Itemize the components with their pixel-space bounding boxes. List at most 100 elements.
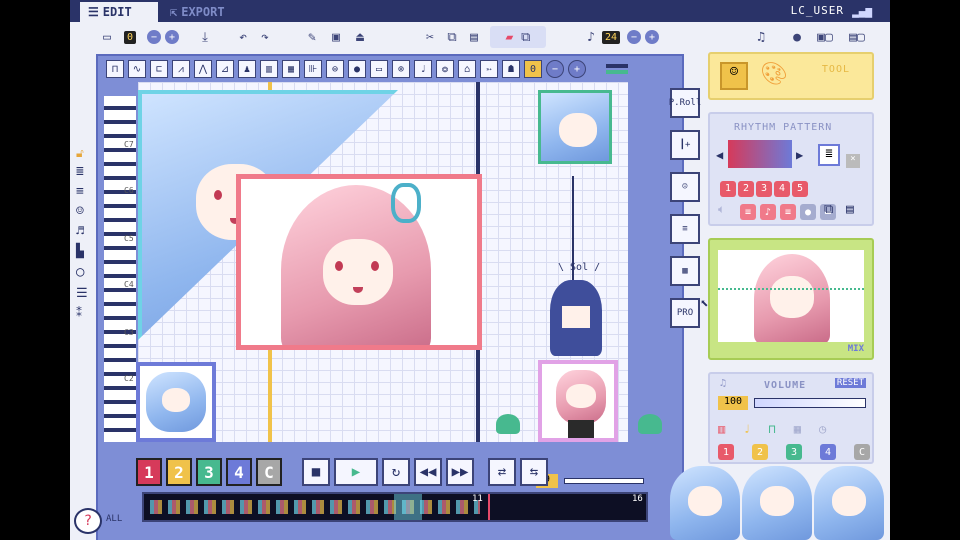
noise-icon[interactable]: ▦ xyxy=(794,422,801,436)
box-icon[interactable]: ▭ xyxy=(370,60,388,78)
track-2-button[interactable]: 2 xyxy=(166,458,192,486)
rhythm-num[interactable]: 3 xyxy=(756,180,772,197)
volume-slider[interactable] xyxy=(754,398,866,408)
stamp-tool-icon[interactable]: ⏏ xyxy=(350,26,370,48)
stop-button[interactable]: ■ xyxy=(302,458,330,486)
pot-icon[interactable]: ⊚ xyxy=(392,60,410,78)
palette-icon[interactable]: 🎨︎ xyxy=(760,62,790,90)
vol-track-2[interactable]: 2 xyxy=(752,444,768,460)
piano-roll-button[interactable]: P.Roll xyxy=(669,88,701,118)
rhythm-num[interactable]: 2 xyxy=(738,180,754,197)
saw-down-icon[interactable]: ⊿ xyxy=(216,60,234,78)
swap-back-button[interactable]: ⇆ xyxy=(520,458,548,486)
instrument-minus-button[interactable]: − xyxy=(546,60,564,78)
organ-icon[interactable]: ⊪ xyxy=(304,60,322,78)
sine-wave-icon[interactable]: ∿ xyxy=(128,60,146,78)
cut-icon[interactable]: ✂ xyxy=(420,26,440,48)
circle-icon[interactable]: ○ xyxy=(76,264,92,286)
clock-icon[interactable]: ◷ xyxy=(819,422,826,436)
piano-icon[interactable]: ▥ xyxy=(718,422,725,436)
guitar-icon[interactable]: ♩ xyxy=(414,60,432,78)
tempo-plus-button[interactable]: + xyxy=(644,26,660,48)
music-sheet-icon[interactable]: ♫ xyxy=(752,26,770,48)
undo-icon[interactable]: ↶ xyxy=(234,26,252,48)
bell-icon[interactable]: ⌂ xyxy=(458,60,476,78)
pulse-icon[interactable]: ⊓ xyxy=(768,422,775,436)
paste-icon[interactable]: ▤ xyxy=(464,26,484,48)
stamp-icon[interactable]: ▙ xyxy=(76,244,92,264)
paste-pattern-icon[interactable]: ▤ xyxy=(846,202,854,217)
tab-edit[interactable]: ☰ EDIT xyxy=(80,2,158,22)
horn-icon[interactable]: ➳ xyxy=(480,60,498,78)
pattern-list-icon[interactable]: ≣ xyxy=(818,144,840,166)
download-icon[interactable]: ⤓ xyxy=(196,26,214,48)
track-3-button[interactable]: 3 xyxy=(196,458,222,486)
track-c-button[interactable]: C xyxy=(256,458,282,486)
menu-icon[interactable]: ☰ xyxy=(76,286,92,306)
track-4-button[interactable]: 4 xyxy=(226,458,252,486)
face-button[interactable]: ☺ xyxy=(670,172,700,202)
square-wave-icon[interactable]: ⊓ xyxy=(106,60,124,78)
face-icon[interactable]: ☺ xyxy=(76,204,92,224)
pulse-add-button[interactable]: ┃+ xyxy=(670,130,700,160)
sound-button[interactable]: ♪ xyxy=(760,204,776,220)
keys-alt-icon[interactable]: ▦ xyxy=(282,60,300,78)
star-list-icon[interactable]: ⁑ xyxy=(76,306,92,326)
eraser-icon[interactable]: ▰ ⧉ xyxy=(490,26,546,48)
user-name[interactable]: LC_USER xyxy=(791,4,844,17)
swap-button[interactable]: ⇄ xyxy=(488,458,516,486)
dog-icon[interactable]: ☗ xyxy=(502,60,520,78)
tempo-minus-button[interactable]: − xyxy=(626,26,642,48)
vol-track-c[interactable]: C xyxy=(854,444,870,460)
play-button[interactable]: ▶ xyxy=(334,458,378,486)
vol-track-3[interactable]: 3 xyxy=(786,444,802,460)
keys-icon[interactable]: ▥ xyxy=(260,60,278,78)
tab-export[interactable]: ⇱ EXPORT xyxy=(162,2,246,22)
note-tool-icon[interactable]: ♬ xyxy=(76,224,92,244)
pencil-icon[interactable]: ✎ xyxy=(302,26,322,48)
reset-button[interactable]: RESET xyxy=(834,378,866,388)
window-icon[interactable]: ▣▢ xyxy=(812,26,838,48)
character-icon[interactable]: ♟ xyxy=(238,60,256,78)
drum-icon[interactable]: ⊜ xyxy=(326,60,344,78)
rhythm-num[interactable]: 5 xyxy=(792,180,808,197)
badge-icon[interactable]: ❂ xyxy=(436,60,454,78)
rhythm-num[interactable]: 4 xyxy=(774,180,790,197)
list-icon[interactable]: ≣ xyxy=(76,164,92,184)
pro-button[interactable]: PRO xyxy=(670,298,700,328)
rewind-button[interactable]: ◀◀ xyxy=(414,458,442,486)
copy-icon[interactable]: ⧉ xyxy=(442,26,462,48)
instrument-plus-button[interactable]: + xyxy=(568,60,586,78)
rhythm-num[interactable]: 1 xyxy=(720,180,736,197)
loop-button[interactable]: ↻ xyxy=(382,458,410,486)
layers-button[interactable]: ≡ xyxy=(670,214,700,244)
fast-forward-button[interactable]: ▶▶ xyxy=(446,458,474,486)
copy-pattern-icon[interactable]: ⧉ xyxy=(824,202,833,217)
redo-icon[interactable]: ↷ xyxy=(256,26,274,48)
pulse-wave-icon[interactable]: ⊏ xyxy=(150,60,168,78)
vol-track-1[interactable]: 1 xyxy=(718,444,734,460)
sound-button[interactable]: ≡ xyxy=(780,204,796,220)
saw-wave-icon[interactable]: ⩘ xyxy=(172,60,190,78)
track-1-button[interactable]: 1 xyxy=(136,458,162,486)
bomb-icon[interactable]: ● xyxy=(788,26,806,48)
guitar-track-icon[interactable]: ♩ xyxy=(743,422,750,436)
sticker-icon[interactable]: ☺ xyxy=(720,62,748,90)
lines-icon[interactable]: ≡ xyxy=(76,184,92,204)
select-icon[interactable]: ▣ xyxy=(326,26,346,48)
folder-icon[interactable]: ▭ xyxy=(98,26,116,48)
palette-button[interactable]: ▦ xyxy=(670,256,700,286)
counter-plus-button[interactable]: + xyxy=(164,26,180,48)
sound-button[interactable]: ● xyxy=(800,204,816,220)
ball-icon[interactable]: ● xyxy=(348,60,366,78)
help-icon[interactable]: ? xyxy=(74,508,102,534)
speaker-icon[interactable]: 🔈︎ xyxy=(718,202,725,217)
next-pattern-icon[interactable]: ▶ xyxy=(796,148,803,162)
timeline-cursor[interactable] xyxy=(394,494,422,520)
vol-track-4[interactable]: 4 xyxy=(820,444,836,460)
position-slider[interactable] xyxy=(564,478,644,484)
counter-minus-button[interactable]: − xyxy=(146,26,162,48)
pattern-close-icon[interactable]: × xyxy=(846,154,860,168)
timeline-overview[interactable]: 11 16 xyxy=(142,492,648,522)
sound-button[interactable]: ≡ xyxy=(740,204,756,220)
